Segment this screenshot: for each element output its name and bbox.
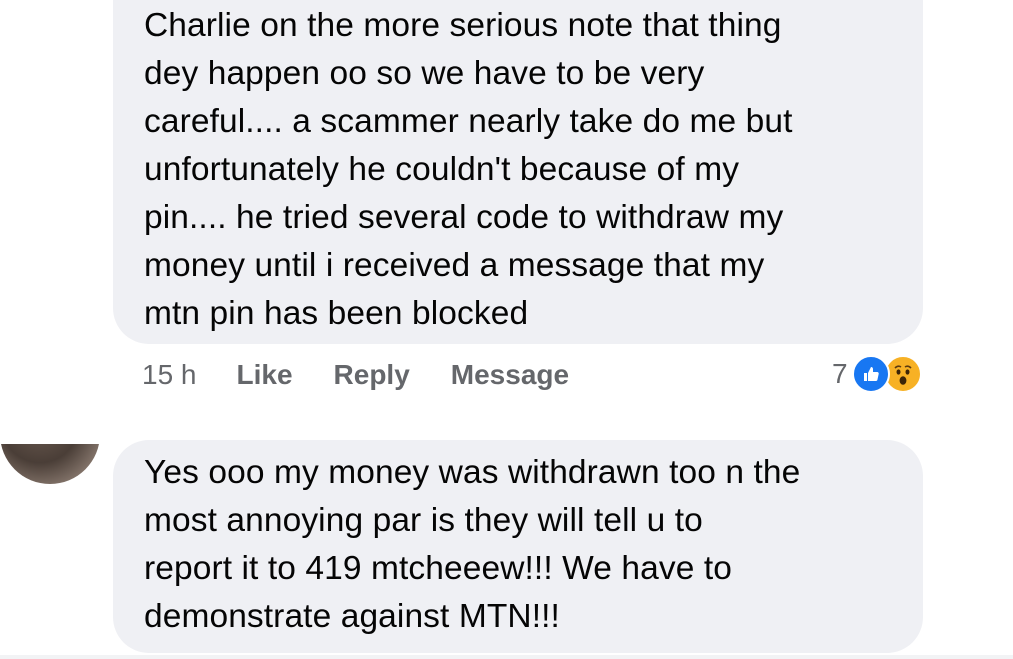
reaction-summary[interactable]: 7 (832, 355, 922, 393)
like-button[interactable]: Like (237, 359, 293, 391)
comment-bubble-2: Yes ooo my money was withdrawn too n the… (113, 440, 923, 653)
comment-actions-1: 15 h Like Reply Message (142, 359, 610, 391)
divider (0, 655, 1013, 659)
comment-timestamp[interactable]: 15 h (142, 359, 197, 391)
reaction-count: 7 (832, 358, 848, 389)
comment-text-2: Yes ooo my money was withdrawn too n the… (144, 454, 801, 635)
comment-bubble-1: Charlie on the more serious note that th… (113, 0, 923, 344)
reply-button[interactable]: Reply (334, 359, 410, 391)
like-icon (851, 355, 890, 393)
message-button[interactable]: Message (451, 359, 569, 391)
comment-text-1: Charlie on the more serious note that th… (144, 7, 793, 332)
avatar-crop-mask (0, 400, 110, 444)
